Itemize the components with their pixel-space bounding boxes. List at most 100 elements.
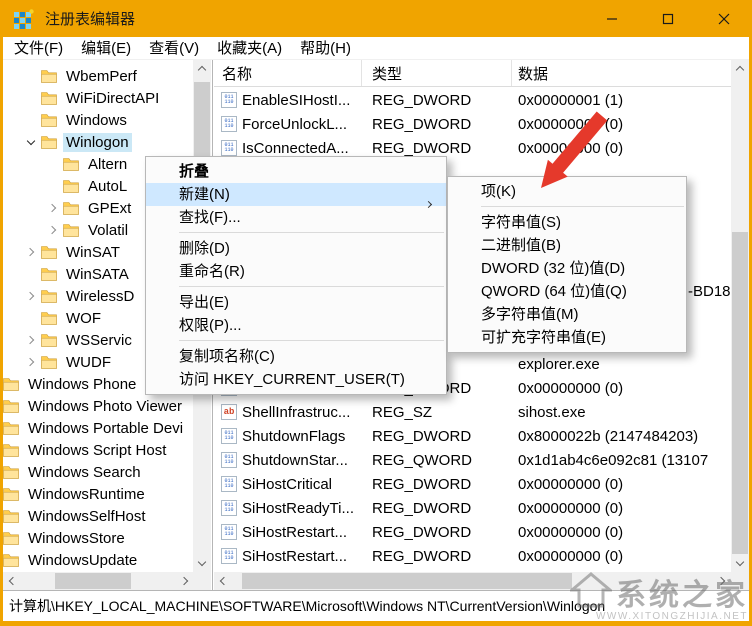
- scroll-right-icon[interactable]: [714, 572, 731, 590]
- tree-item[interactable]: Windows Portable Devi: [3, 417, 193, 439]
- tree-item[interactable]: Windows: [3, 109, 193, 131]
- value-name-cell: 011110SiHostReadyTi...: [214, 500, 362, 517]
- tree-item[interactable]: WindowsStore: [3, 527, 193, 549]
- value-data-cell: 0x00000000 (0): [512, 476, 731, 493]
- submenu-item[interactable]: QWORD (64 位)值(Q): [448, 280, 686, 303]
- menubar-item-2[interactable]: 查看(V): [140, 37, 208, 60]
- value-data-cell: 0x00000000 (0): [512, 140, 731, 157]
- scroll-up-icon[interactable]: [193, 60, 211, 77]
- table-row[interactable]: 011110SiHostCriticalREG_DWORD0x00000000 …: [214, 472, 731, 496]
- list-vertical-scrollbar[interactable]: [731, 60, 749, 572]
- value-data-fragment: -BD18: [688, 280, 731, 304]
- chevron-slot: [23, 266, 39, 282]
- folder-icon: [3, 443, 19, 457]
- table-row[interactable]: 011110ForceUnlockL...REG_DWORD0x00000000…: [214, 112, 731, 136]
- table-row[interactable]: 011110SiHostRestart...REG_DWORD0x0000000…: [214, 544, 731, 568]
- tree-item-label: Altern: [85, 155, 130, 174]
- chevron-right-icon[interactable]: [45, 200, 61, 216]
- scroll-left-icon[interactable]: [214, 572, 231, 590]
- menu-item-label: 多字符串值(M): [481, 306, 579, 323]
- menubar-item-3[interactable]: 收藏夹(A): [208, 37, 291, 60]
- tree-item[interactable]: Windows Search: [3, 461, 193, 483]
- value-type-cell: REG_DWORD: [362, 428, 512, 445]
- table-row[interactable]: 011110ShutdownStar...REG_QWORD0x1d1ab4c6…: [214, 448, 731, 472]
- submenu-item[interactable]: DWORD (32 位)值(D): [448, 257, 686, 280]
- tree-item-label: WindowsSelfHost: [25, 507, 149, 526]
- value-name: SiHostReadyTi...: [242, 500, 354, 517]
- context-menu-item[interactable]: 重命名(R): [146, 260, 446, 283]
- context-menu-item[interactable]: 折叠: [146, 160, 446, 183]
- folder-icon: [3, 465, 19, 479]
- tree-item[interactable]: WbemPerf: [3, 65, 193, 87]
- submenu-item[interactable]: 字符串值(S): [448, 211, 686, 234]
- close-button[interactable]: [696, 0, 752, 37]
- minimize-button[interactable]: [584, 0, 640, 37]
- tree-item[interactable]: Windows Photo Viewer: [3, 395, 193, 417]
- value-name-cell: abShellInfrastruc...: [214, 404, 362, 421]
- scroll-left-icon[interactable]: [3, 572, 20, 590]
- tree-item[interactable]: WindowsRuntime: [3, 483, 193, 505]
- tree-hscroll-thumb[interactable]: [55, 573, 131, 589]
- tree-vscroll-thumb[interactable]: [194, 82, 210, 160]
- menu-item-label: 复制项名称(C): [179, 348, 275, 365]
- chevron-right-icon[interactable]: [23, 332, 39, 348]
- menu-item-label: 重命名(R): [179, 263, 245, 280]
- scroll-down-icon[interactable]: [193, 555, 211, 572]
- submenu-item[interactable]: 二进制值(B): [448, 234, 686, 257]
- tree-horizontal-scrollbar[interactable]: [3, 572, 194, 590]
- table-row[interactable]: abShellInfrastruc...REG_SZsihost.exe: [214, 400, 731, 424]
- scroll-up-icon[interactable]: [731, 60, 749, 77]
- chevron-right-icon[interactable]: [23, 354, 39, 370]
- list-horizontal-scrollbar[interactable]: [214, 572, 731, 590]
- folder-icon: [63, 201, 79, 215]
- scrollbar-corner: [731, 572, 749, 590]
- tree-item[interactable]: WindowsUpdate: [3, 549, 193, 571]
- tree-item-label: WinSAT: [63, 243, 123, 262]
- menubar-item-1[interactable]: 编辑(E): [72, 37, 140, 60]
- chevron-right-icon[interactable]: [23, 244, 39, 260]
- column-header-name[interactable]: 名称: [214, 60, 362, 86]
- value-name: SiHostRestart...: [242, 524, 347, 541]
- submenu-item[interactable]: 可扩充字符串值(E): [448, 326, 686, 349]
- menu-separator: [179, 232, 444, 233]
- context-menu-item[interactable]: 导出(E): [146, 291, 446, 314]
- column-header-data[interactable]: 数据: [512, 60, 731, 86]
- list-vscroll-thumb[interactable]: [732, 232, 748, 554]
- binary-value-icon: 011110: [221, 524, 237, 540]
- tree-item[interactable]: WiFiDirectAPI: [3, 87, 193, 109]
- scroll-down-icon[interactable]: [731, 555, 749, 572]
- folder-icon: [41, 91, 57, 105]
- binary-value-icon: 011110: [221, 548, 237, 564]
- submenu-item[interactable]: 项(K): [448, 180, 686, 203]
- tree-item-label: AutoL: [85, 177, 130, 196]
- tree-item[interactable]: Winlogon: [3, 131, 193, 153]
- menu-item-label: 新建(N): [179, 186, 230, 203]
- menu-separator: [481, 206, 684, 207]
- tree-item[interactable]: Windows Script Host: [3, 439, 193, 461]
- table-row[interactable]: 011110EnableSIHostI...REG_DWORD0x0000000…: [214, 88, 731, 112]
- table-row[interactable]: 011110SiHostReadyTi...REG_DWORD0x0000000…: [214, 496, 731, 520]
- tree-item[interactable]: WindowsSelfHost: [3, 505, 193, 527]
- chevron-down-icon[interactable]: [23, 134, 39, 150]
- table-row[interactable]: 011110SiHostRestart...REG_DWORD0x0000000…: [214, 520, 731, 544]
- table-row[interactable]: 011110ShutdownFlagsREG_DWORD0x8000022b (…: [214, 424, 731, 448]
- maximize-button[interactable]: [640, 0, 696, 37]
- menubar-item-4[interactable]: 帮助(H): [291, 37, 360, 60]
- context-menu-item[interactable]: 权限(P)...: [146, 314, 446, 337]
- scroll-right-icon[interactable]: [177, 572, 194, 590]
- context-menu-item[interactable]: 复制项名称(C): [146, 345, 446, 368]
- submenu-item[interactable]: 多字符串值(M): [448, 303, 686, 326]
- tree-item-label: WindowsUpdate: [25, 551, 140, 570]
- context-menu-item[interactable]: 新建(N): [146, 183, 446, 206]
- list-header: 名称 类型 数据: [214, 60, 731, 87]
- chevron-right-icon[interactable]: [45, 222, 61, 238]
- column-header-type[interactable]: 类型: [362, 60, 512, 86]
- chevron-right-icon[interactable]: [23, 288, 39, 304]
- context-menu-item[interactable]: 删除(D): [146, 237, 446, 260]
- context-menu-item[interactable]: 查找(F)...: [146, 206, 446, 229]
- list-hscroll-thumb[interactable]: [242, 573, 572, 589]
- menu-item-label: 项(K): [481, 183, 516, 200]
- menubar-item-0[interactable]: 文件(F): [5, 37, 72, 60]
- context-menu-item[interactable]: 访问 HKEY_CURRENT_USER(T): [146, 368, 446, 391]
- chevron-slot: [45, 178, 61, 194]
